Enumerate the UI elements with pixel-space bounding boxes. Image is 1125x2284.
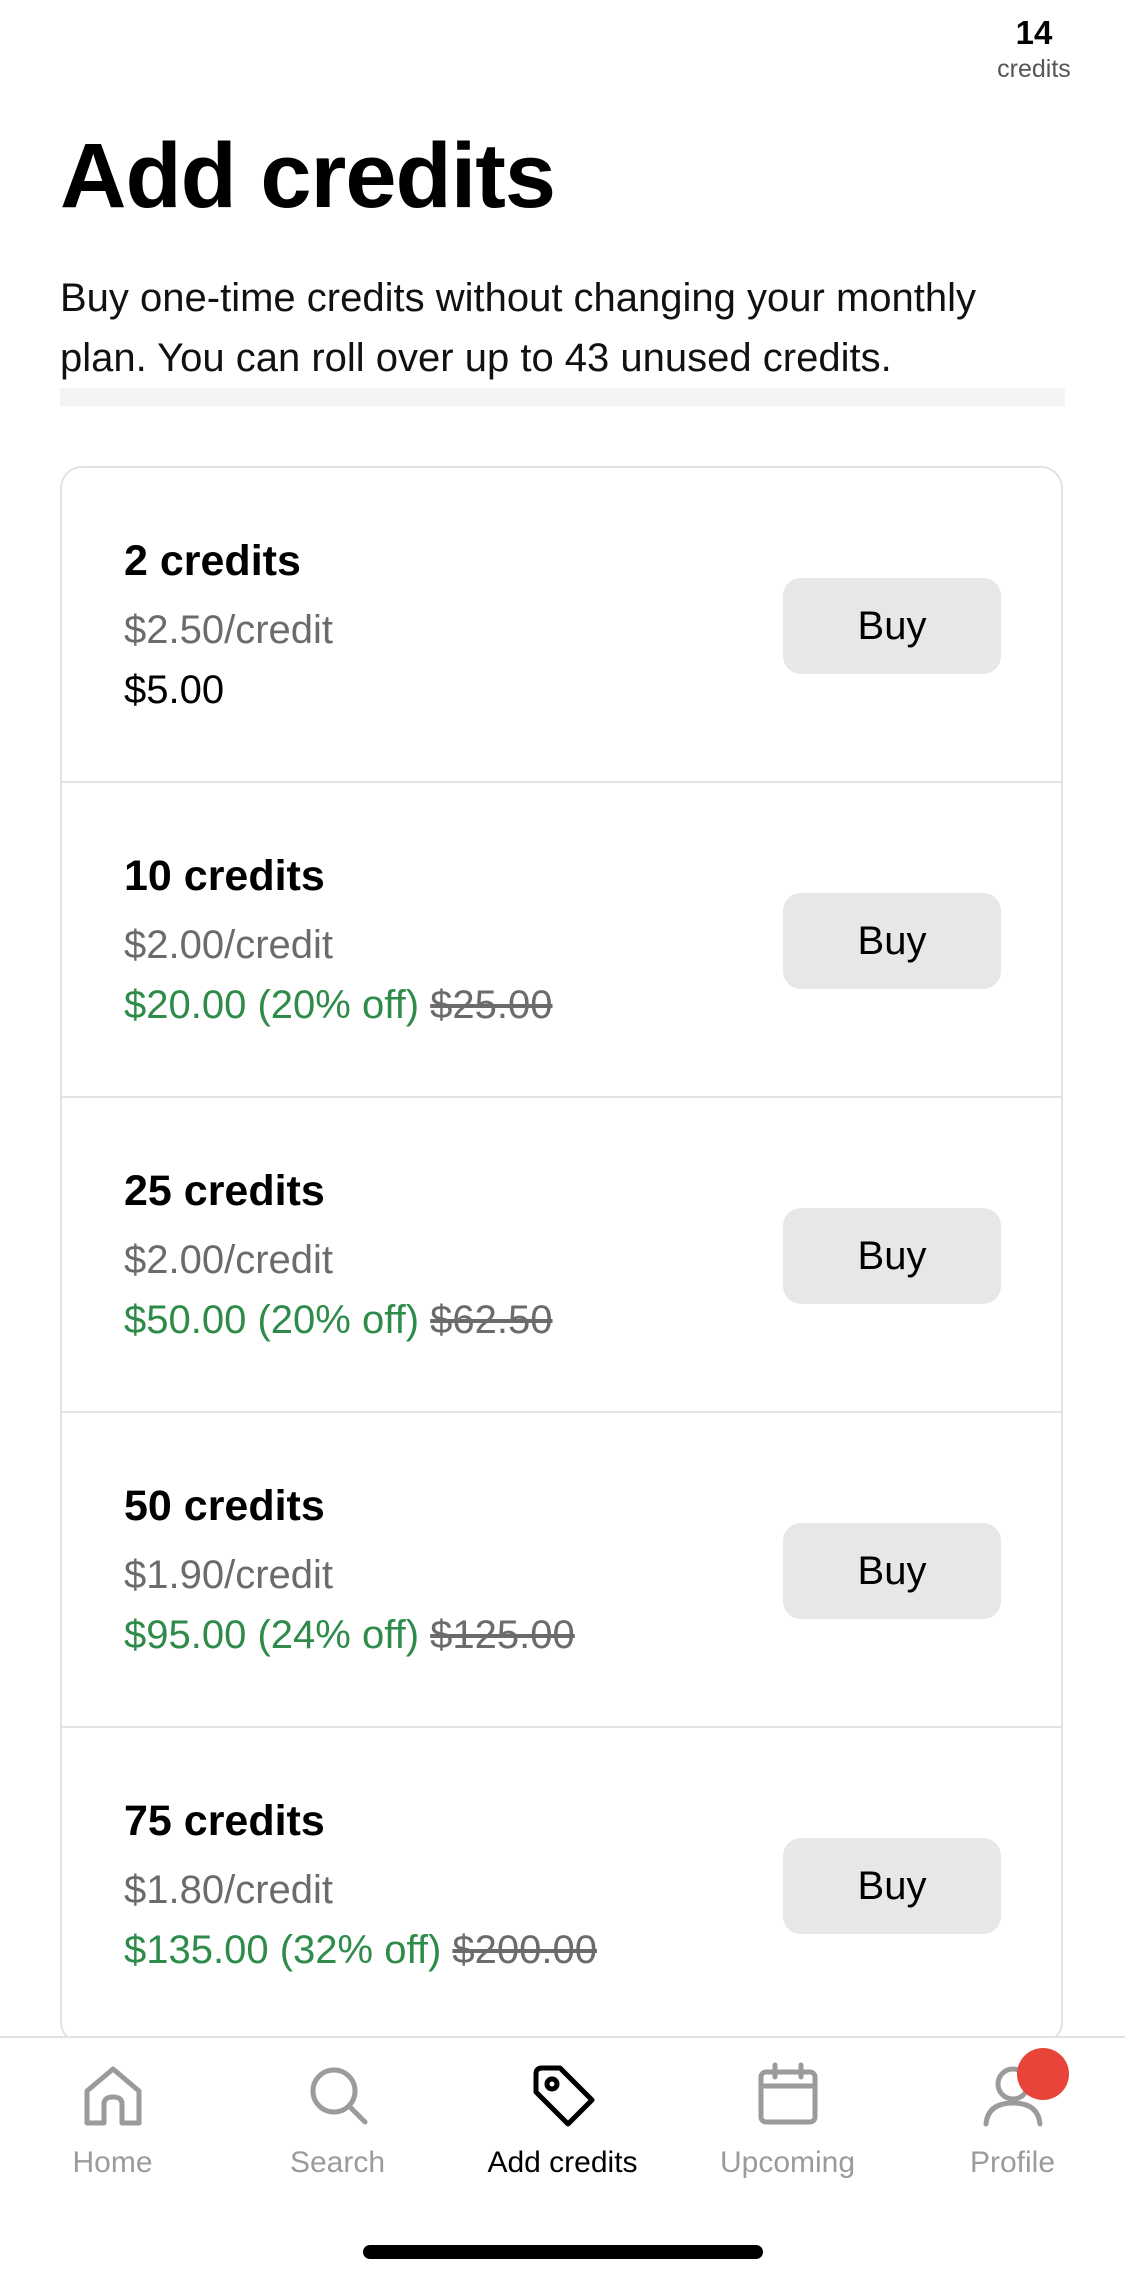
credits-balance[interactable]: 14 credits xyxy=(989,12,1079,82)
tab-upcoming[interactable]: Upcoming xyxy=(675,2060,900,2210)
credits-balance-count: 14 xyxy=(1015,14,1053,51)
tab-add-credits[interactable]: Add credits xyxy=(450,2060,675,2210)
package-total: $135.00 xyxy=(124,1928,269,1972)
package-price: $20.00 (20% off) $25.00 xyxy=(124,985,553,1025)
tab-home[interactable]: Home xyxy=(0,2060,225,2210)
package-price: $135.00 (32% off) $200.00 xyxy=(124,1930,597,1970)
package-discount: (32% off) xyxy=(279,1928,442,1972)
credit-package-row: 25 credits $2.00/credit $50.00 (20% off)… xyxy=(62,1098,1061,1413)
divider xyxy=(60,388,1065,406)
credit-packages-list: 2 credits $2.50/credit $5.00 Buy 10 cred… xyxy=(60,466,1063,2044)
buy-button[interactable]: Buy xyxy=(783,1208,1001,1304)
package-total: $20.00 xyxy=(124,983,247,1027)
page-title: Add credits xyxy=(60,125,556,227)
credit-package-row: 75 credits $1.80/credit $135.00 (32% off… xyxy=(62,1728,1061,2042)
package-price: $5.00 xyxy=(124,670,224,710)
home-icon xyxy=(84,2066,141,2126)
package-rate: $1.90/credit xyxy=(124,1553,334,1597)
notification-badge xyxy=(1017,2048,1069,2100)
tab-label: Profile xyxy=(969,2146,1056,2179)
package-original-price: $25.00 xyxy=(430,983,553,1027)
buy-button[interactable]: Buy xyxy=(783,893,1001,989)
package-price: $95.00 (24% off) $125.00 xyxy=(124,1615,575,1655)
package-name: 10 credits xyxy=(124,852,325,900)
package-original-price: $62.50 xyxy=(430,1298,553,1342)
package-discount: (20% off) xyxy=(257,983,420,1027)
tab-label: Home xyxy=(72,2146,153,2179)
package-rate: $2.50/credit xyxy=(124,608,334,652)
package-original-price: $200.00 xyxy=(452,1928,597,1972)
calendar-icon xyxy=(758,2062,817,2125)
buy-button[interactable]: Buy xyxy=(783,1523,1001,1619)
package-rate: $2.00/credit xyxy=(124,923,334,967)
package-total: $95.00 xyxy=(124,1613,247,1657)
package-name: 75 credits xyxy=(124,1797,325,1845)
tab-profile[interactable]: Profile xyxy=(900,2060,1125,2210)
tag-icon xyxy=(533,2065,594,2127)
page-subtitle: Buy one-time credits without changing yo… xyxy=(60,276,977,380)
home-indicator xyxy=(363,2245,763,2259)
package-total: $5.00 xyxy=(124,668,225,712)
package-name: 50 credits xyxy=(124,1482,325,1530)
tab-label: Search xyxy=(289,2146,386,2179)
credit-package-row: 2 credits $2.50/credit $5.00 Buy xyxy=(62,468,1061,783)
credit-package-row: 10 credits $2.00/credit $20.00 (20% off)… xyxy=(62,783,1061,1098)
tab-search[interactable]: Search xyxy=(225,2060,450,2210)
buy-button[interactable]: Buy xyxy=(783,578,1001,674)
package-original-price: $125.00 xyxy=(430,1613,575,1657)
package-discount: (20% off) xyxy=(257,1298,420,1342)
tab-label: Upcoming xyxy=(719,2146,856,2179)
buy-button[interactable]: Buy xyxy=(783,1838,1001,1934)
package-rate: $2.00/credit xyxy=(124,1238,334,1282)
credits-balance-unit: credits xyxy=(997,55,1071,83)
package-discount: (24% off) xyxy=(257,1613,420,1657)
package-name: 2 credits xyxy=(124,537,301,585)
package-name: 25 credits xyxy=(124,1167,325,1215)
credit-package-row: 50 credits $1.90/credit $95.00 (24% off)… xyxy=(62,1413,1061,1728)
package-rate: $1.80/credit xyxy=(124,1868,334,1912)
package-total: $50.00 xyxy=(124,1298,247,1342)
package-price: $50.00 (20% off) $62.50 xyxy=(124,1300,553,1340)
tab-label: Add credits xyxy=(487,2146,638,2179)
search-icon xyxy=(310,2067,367,2125)
